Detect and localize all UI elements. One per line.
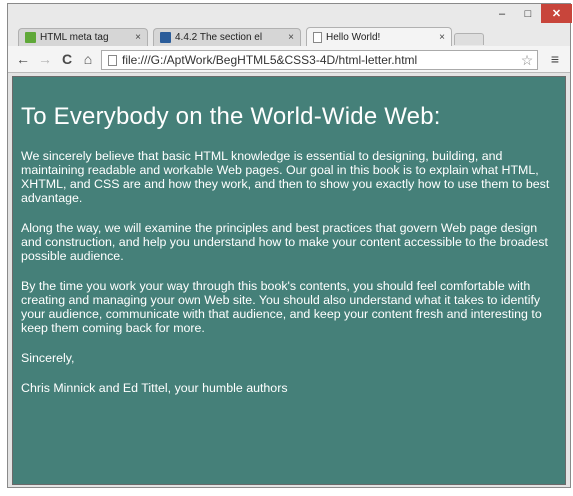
bookmark-star-icon[interactable]: ☆: [517, 52, 537, 69]
address-bar-url[interactable]: file:///G:/AptWork/BegHTML5&CSS3-4D/html…: [122, 53, 517, 67]
paragraph: We sincerely believe that basic HTML kno…: [21, 149, 550, 205]
tab-label: 4.4.2 The section el: [175, 32, 263, 43]
tab-label: Hello World!: [326, 31, 381, 43]
home-icon[interactable]: ⌂: [79, 49, 97, 69]
tab-html-meta-tag[interactable]: HTML meta tag ×: [18, 28, 148, 46]
signature-line: Chris Minnick and Ed Tittel, your humble…: [21, 381, 288, 395]
page-icon: [313, 31, 322, 43]
tab-close-icon[interactable]: ×: [288, 32, 294, 43]
w3schools-favicon-icon: [25, 32, 36, 43]
browser-toolbar: ← → C ⌂ file:///G:/AptWork/BegHTML5&CSS3…: [8, 46, 570, 73]
back-arrow-icon[interactable]: ←: [14, 49, 32, 69]
page-heading: To Everybody on the World-Wide Web:: [21, 103, 441, 130]
tab-section-element[interactable]: 4.4.2 The section el ×: [153, 28, 301, 46]
browser-window: HTML meta tag × 4.4.2 The section el × H…: [7, 3, 572, 488]
page-content: To Everybody on the World-Wide Web: We s…: [12, 76, 566, 485]
tab-strip: HTML meta tag × 4.4.2 The section el × H…: [8, 4, 572, 46]
tab-close-icon[interactable]: ×: [439, 32, 445, 43]
forward-arrow-icon[interactable]: →: [36, 49, 54, 69]
reload-icon[interactable]: C: [58, 49, 76, 69]
closing-line: Sincerely,: [21, 351, 75, 365]
page-icon: [108, 54, 117, 66]
menu-icon[interactable]: ≡: [546, 49, 564, 69]
close-window-button[interactable]: ✕: [541, 4, 572, 23]
paragraph: By the time you work your way through th…: [21, 279, 542, 335]
tab-label: HTML meta tag: [40, 32, 109, 43]
w3c-favicon-icon: [160, 32, 171, 43]
tab-close-icon[interactable]: ×: [135, 32, 141, 43]
minimize-button[interactable]: –: [489, 4, 515, 23]
paragraph: Along the way, we will examine the princ…: [21, 221, 548, 263]
address-bar[interactable]: file:///G:/AptWork/BegHTML5&CSS3-4D/html…: [101, 50, 538, 70]
tab-hello-world[interactable]: Hello World! ×: [306, 27, 452, 46]
new-tab-button[interactable]: [454, 33, 484, 45]
maximize-button[interactable]: □: [515, 4, 541, 23]
